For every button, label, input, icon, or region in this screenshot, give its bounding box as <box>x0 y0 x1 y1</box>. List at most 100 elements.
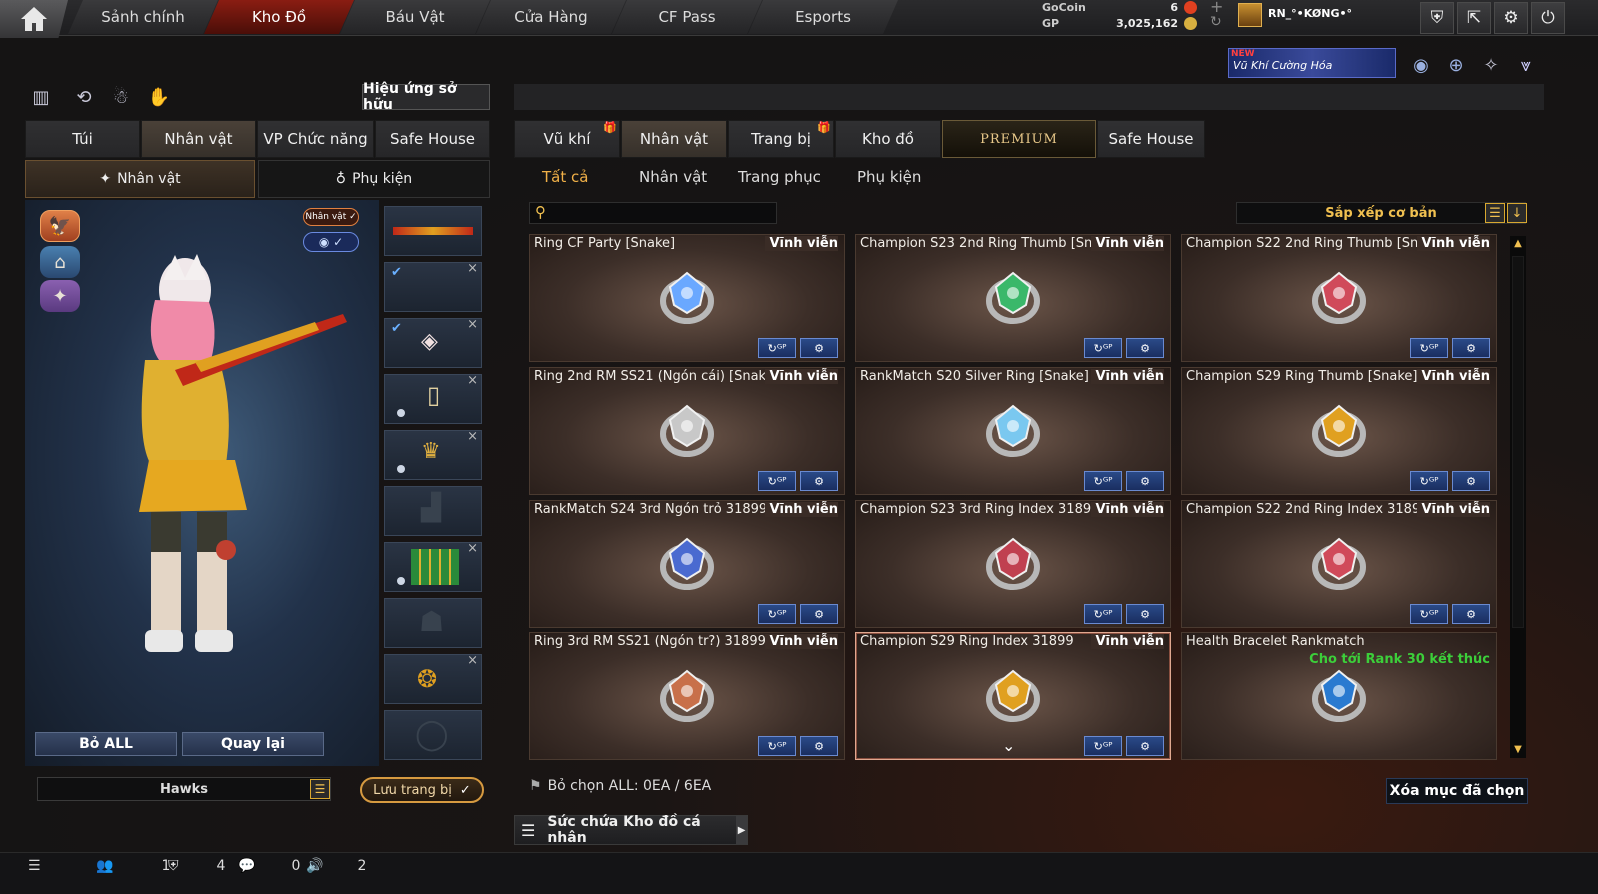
item-scrollbar[interactable]: ▲ ▼ <box>1510 236 1526 758</box>
event-icon-1[interactable]: ◉ <box>1408 52 1434 78</box>
item-card[interactable]: Ring CF Party [Snake] Vĩnh viễn ↻ᴳᴾ ⚙ <box>529 234 845 362</box>
right-tab-safe-house[interactable]: Safe House <box>1097 120 1205 158</box>
slot-empty-vest[interactable]: ▟ <box>384 486 482 536</box>
emblem-slot-1-icon[interactable]: 🦅 <box>40 210 80 242</box>
voice-status[interactable]: 🔊 2 <box>306 858 366 874</box>
promo-banner[interactable]: NEW Vũ Khí Cường Hóa <box>1228 48 1396 78</box>
right-tab-weapons[interactable]: Vũ khí 🎁 <box>514 120 620 158</box>
item-settings-button[interactable]: ⚙ <box>1126 338 1164 358</box>
item-card[interactable]: Champion S23 2nd Ring Thumb [Snake] Vĩnh … <box>855 234 1171 362</box>
subtab-character[interactable]: ✦ Nhân vật <box>25 160 255 198</box>
slot-helmet[interactable]: × ♛ <box>384 429 482 480</box>
filter-character[interactable]: Nhân vật <box>639 164 707 190</box>
item-card[interactable]: RankMatch S24 3rd Ngón trỏ 31899 Vĩnh viễ… <box>529 500 845 628</box>
ranking-icon[interactable]: ▥ <box>28 84 54 110</box>
nav-tab-shop[interactable]: Cửa Hàng <box>476 0 626 34</box>
right-tab-character[interactable]: Nhân vật <box>621 120 727 158</box>
remove-icon[interactable]: × <box>467 541 478 556</box>
item-settings-button[interactable]: ⚙ <box>800 471 838 491</box>
item-settings-button[interactable]: ⚙ <box>1452 604 1490 624</box>
remove-icon[interactable]: × <box>467 373 478 388</box>
nav-tab-treasure[interactable]: Báu Vật <box>340 0 490 34</box>
sort-dropdown[interactable]: Sắp xếp cơ bản <box>1236 202 1526 224</box>
item-card[interactable]: Health Bracelet Rankmatch Cho tới Rank 30… <box>1181 632 1497 760</box>
friends-status[interactable]: 👥 1 <box>96 858 170 874</box>
item-card[interactable]: Champion S22 2nd Ring Thumb [Snake] Vĩnh … <box>1181 234 1497 362</box>
character-badge[interactable]: Nhân vật ✓ <box>303 208 359 226</box>
slot-ring[interactable]: × ❂ <box>384 653 482 704</box>
message-status[interactable]: 💬 0 <box>238 858 300 874</box>
scroll-down-icon[interactable]: ▼ <box>1512 744 1524 756</box>
item-card[interactable]: Champion S23 3rd Ring Index 31899 Vĩnh vi… <box>855 500 1171 628</box>
renew-gp-button[interactable]: ↻ᴳᴾ <box>1410 604 1448 624</box>
home-button[interactable] <box>0 0 68 38</box>
nav-tab-cf-pass[interactable]: CF Pass <box>612 0 762 34</box>
slot-2[interactable]: × ✔ <box>384 261 482 312</box>
event-icon-2[interactable]: ⊕ <box>1443 52 1469 78</box>
left-tab-character[interactable]: Nhân vật <box>141 120 256 158</box>
slot-empty-bracelet[interactable]: ◯ <box>384 710 482 760</box>
emblem-slot-2-icon[interactable]: ⌂ <box>40 246 80 278</box>
renew-gp-button[interactable]: ↻ᴳᴾ <box>758 604 796 624</box>
renew-gp-button[interactable]: ↻ᴳᴾ <box>1084 471 1122 491</box>
renew-gp-button[interactable]: ↻ᴳᴾ <box>1410 338 1448 358</box>
filter-all[interactable]: Tất cả <box>542 164 588 190</box>
item-card[interactable]: Champion S29 Ring Thumb [Snake] Vĩnh viễn… <box>1181 367 1497 495</box>
renew-gp-button[interactable]: ↻ᴳᴾ <box>758 338 796 358</box>
player-name[interactable]: RN_°•KØNG•° <box>1268 7 1352 20</box>
menu-icon[interactable]: ☰ <box>310 779 330 799</box>
save-equipment-button[interactable]: Lưu trang bị ✓ <box>360 777 484 803</box>
refresh-icon[interactable]: ↻ <box>1210 14 1222 30</box>
right-tab-equipment[interactable]: Trang bị 🎁 <box>728 120 834 158</box>
team-name-field[interactable]: Hawks <box>37 777 331 801</box>
item-settings-button[interactable]: ⚙ <box>1452 338 1490 358</box>
expand-arrow-icon[interactable]: ▶ <box>736 816 747 844</box>
item-settings-button[interactable]: ⚙ <box>800 338 838 358</box>
renew-gp-button[interactable]: ↻ᴳᴾ <box>1084 604 1122 624</box>
subtab-accessories[interactable]: ♁ Phụ kiện <box>258 160 490 198</box>
left-tab-safe-house[interactable]: Safe House <box>375 120 490 158</box>
owned-effects-button[interactable]: Hiệu ứng sở hữu <box>362 81 490 113</box>
gear-icon[interactable]: ⚙ <box>1494 2 1528 34</box>
renew-gp-button[interactable]: ↻ᴳᴾ <box>758 471 796 491</box>
character-preview[interactable]: 🦅 ⌂ ✦ Nhân vật ✓ ◉ ✓ <box>25 200 379 766</box>
item-card[interactable]: RankMatch S20 Silver Ring [Snake] Vĩnh vi… <box>855 367 1171 495</box>
item-settings-button[interactable]: ⚙ <box>800 736 838 756</box>
shield-icon[interactable]: ⛨ <box>1420 2 1454 34</box>
item-card[interactable]: Ring 2nd RM SS21 (Ngón cái) [Snake] Vĩnh … <box>529 367 845 495</box>
storage-capacity-bar[interactable]: ☰ Sức chứa Kho đồ cá nhân ▶ <box>514 814 748 846</box>
remove-icon[interactable]: × <box>467 317 478 332</box>
remove-icon[interactable]: × <box>467 653 478 668</box>
item-settings-button[interactable]: ⚙ <box>800 604 838 624</box>
nav-tab-lobby[interactable]: Sảnh chính <box>68 0 218 34</box>
remove-all-button[interactable]: Bỏ ALL <box>35 732 177 756</box>
slot-radio[interactable]: × ▯ <box>384 373 482 424</box>
exit-room-icon[interactable]: ⇱ <box>1457 2 1491 34</box>
glove-icon[interactable]: ✋ <box>146 84 172 110</box>
filter-accessory[interactable]: Phụ kiện <box>857 164 921 190</box>
renew-gp-button[interactable]: ↻ᴳᴾ <box>758 736 796 756</box>
chat-list-icon[interactable]: ☰ <box>28 858 41 874</box>
item-settings-button[interactable]: ⚙ <box>1126 604 1164 624</box>
event-icon-4[interactable]: ⩔ <box>1513 52 1539 78</box>
right-tab-premium[interactable]: PREMIUM <box>942 120 1096 158</box>
emblem-slot-3-icon[interactable]: ✦ <box>40 280 80 312</box>
list-view-icon[interactable]: ☰ <box>1485 203 1505 223</box>
back-button[interactable]: Quay lại <box>182 732 324 756</box>
right-tab-storage[interactable]: Kho đồ <box>835 120 941 158</box>
event-icon-3[interactable]: ✧ <box>1478 52 1504 78</box>
left-tab-vp-function[interactable]: VP Chức năng <box>257 120 374 158</box>
renew-gp-button[interactable]: ↻ᴳᴾ <box>1410 471 1448 491</box>
item-card[interactable]: Champion S29 Ring Index 31899 Vĩnh viễn ↻ᴳ… <box>855 632 1171 760</box>
search-input[interactable]: ⚲ <box>529 202 777 224</box>
filter-outfit[interactable]: Trang phục <box>738 164 821 190</box>
clan-status[interactable]: ⛨ 4 <box>168 858 225 874</box>
slot-empty-pet[interactable]: ☗ <box>384 598 482 648</box>
power-icon[interactable]: ⏻ <box>1531 2 1565 34</box>
renew-gp-button[interactable]: ↻ᴳᴾ <box>1084 736 1122 756</box>
remove-icon[interactable]: × <box>467 429 478 444</box>
item-settings-button[interactable]: ⚙ <box>1126 736 1164 756</box>
history-icon[interactable]: ⟲ <box>71 84 97 110</box>
left-tab-bag[interactable]: Túi <box>25 120 140 158</box>
nav-tab-inventory[interactable]: Kho Đồ <box>204 0 354 34</box>
